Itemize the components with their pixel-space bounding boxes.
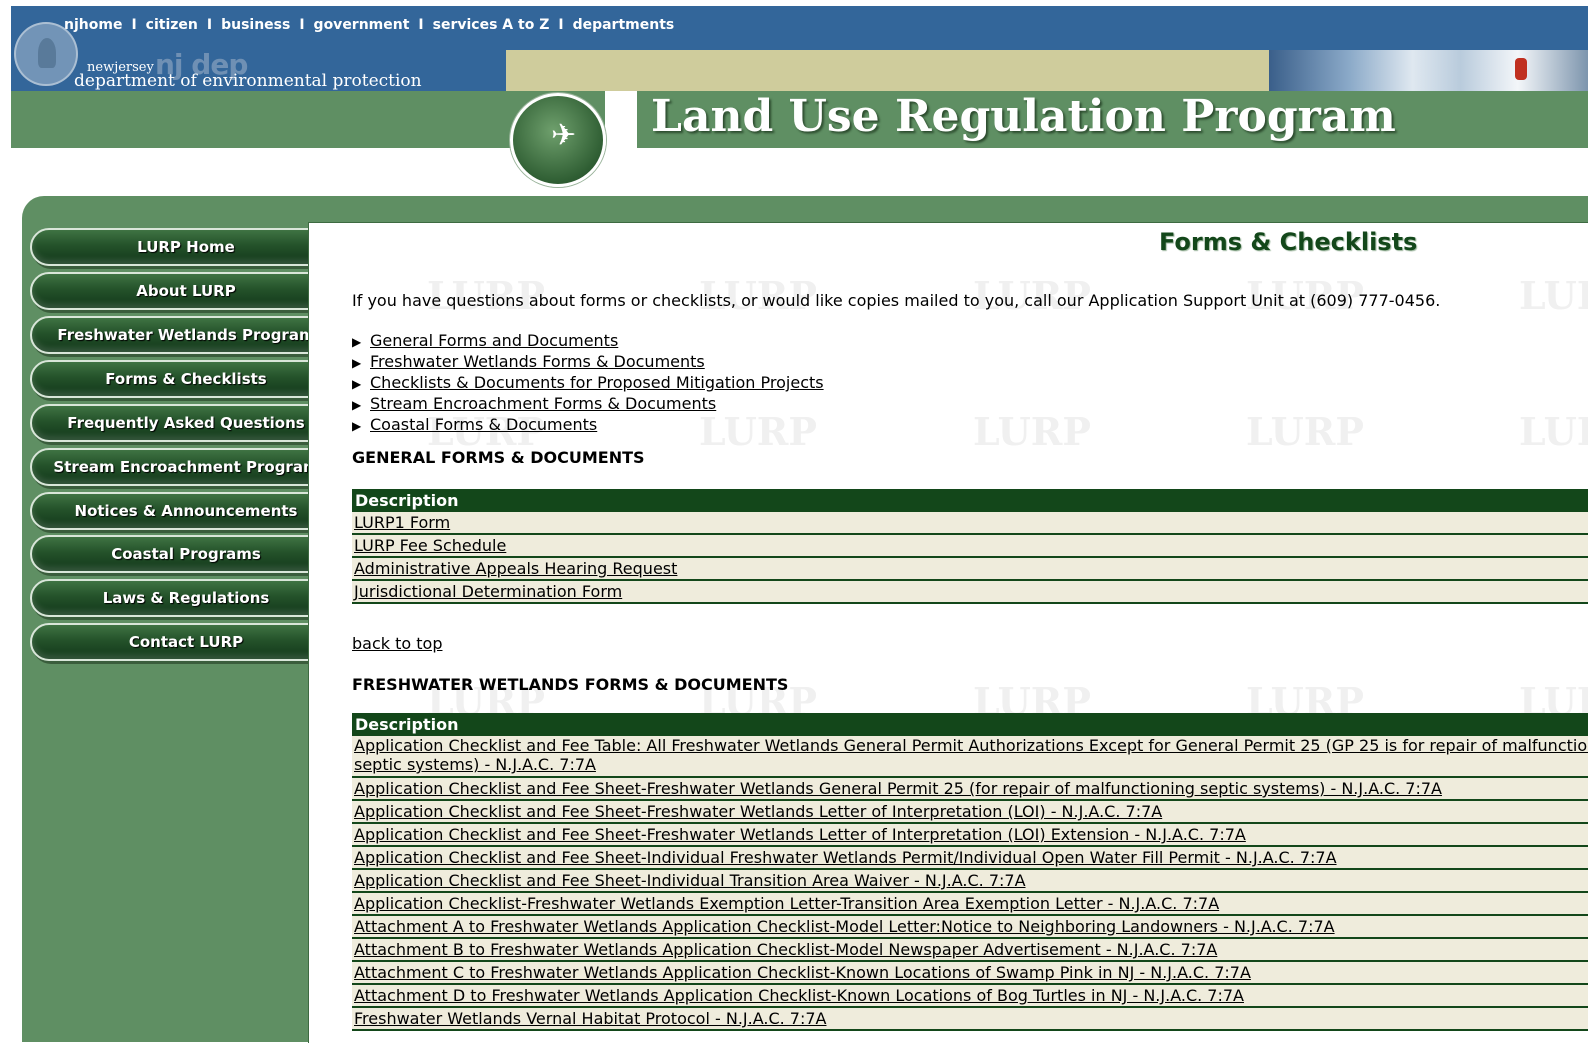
document-link[interactable]: Attachment A to Freshwater Wetlands Appl… <box>354 917 1335 936</box>
document-link[interactable]: Jurisdictional Determination Form <box>354 582 622 601</box>
top-navigation-links: njhome Icitizen Ibusiness Igovernment Iservi… <box>64 17 674 33</box>
anchor-link-coastal[interactable]: Coastal Forms & Documents <box>370 415 597 434</box>
section-heading-general: GENERAL FORMS & DOCUMENTS <box>352 448 645 467</box>
table-row: Attachment D to Freshwater Wetlands Appl… <box>352 984 1588 1008</box>
table-row: Application Checklist and Fee Sheet-Indi… <box>352 869 1588 893</box>
document-link[interactable]: Application Checklist and Fee Sheet-Indi… <box>354 871 1026 890</box>
sidebar-item-laws-regulations[interactable]: Laws & Regulations <box>30 579 342 617</box>
watermark: LURP <box>973 409 1091 454</box>
header-photo <box>1269 50 1588 91</box>
table-row: Jurisdictional Determination Form <box>352 580 1588 604</box>
nav-link-government[interactable]: government <box>314 17 410 33</box>
anchor-item: ▶ Checklists & Documents for Proposed Mit… <box>352 373 824 394</box>
program-logo-bird-icon: ✈ <box>510 93 606 187</box>
document-link[interactable]: Administrative Appeals Hearing Request <box>354 559 677 578</box>
document-link[interactable]: LURP1 Form <box>354 513 450 532</box>
document-link[interactable]: Application Checklist and Fee Sheet-Fres… <box>354 825 1246 844</box>
watermark: LURP <box>1519 409 1588 454</box>
anchor-item: ▶ Freshwater Wetlands Forms & Documents <box>352 352 824 373</box>
table-row: Attachment B to Freshwater Wetlands Appl… <box>352 938 1588 962</box>
document-link[interactable]: LURP Fee Schedule <box>354 536 506 555</box>
anchor-link-freshwater[interactable]: Freshwater Wetlands Forms & Documents <box>370 352 705 371</box>
general-forms-table: Description LURP1 Form LURP Fee Schedule… <box>352 489 1588 604</box>
table-row: LURP1 Form <box>352 512 1588 535</box>
nav-separator: I <box>418 17 424 33</box>
triangle-right-icon: ▶ <box>352 419 362 433</box>
triangle-right-icon: ▶ <box>352 335 362 349</box>
nav-link-citizen[interactable]: citizen <box>146 17 198 33</box>
title-bar-gap <box>605 91 637 148</box>
sidebar-item-faq[interactable]: Frequently Asked Questions <box>30 404 342 442</box>
section-heading-freshwater: FRESHWATER WETLANDS FORMS & DOCUMENTS <box>352 675 789 694</box>
table-row: Attachment C to Freshwater Wetlands Appl… <box>352 961 1588 985</box>
sidebar-item-notices-announcements[interactable]: Notices & Announcements <box>30 492 342 530</box>
anchor-item: ▶ Stream Encroachment Forms & Documents <box>352 394 824 415</box>
nav-link-departments[interactable]: departments <box>573 17 675 33</box>
triangle-right-icon: ▶ <box>352 377 362 391</box>
anchor-link-mitigation[interactable]: Checklists & Documents for Proposed Miti… <box>370 373 824 392</box>
watermark: LURP <box>1246 409 1364 454</box>
document-link[interactable]: Application Checklist and Fee Sheet-Fres… <box>354 802 1162 821</box>
state-seal-icon <box>14 22 78 86</box>
anchor-link-general[interactable]: General Forms and Documents <box>370 331 618 350</box>
table-row: LURP Fee Schedule <box>352 534 1588 558</box>
main-content: LURP LURP LURP LURP LURP LURP LURP LURP … <box>308 222 1588 1043</box>
back-to-top-link[interactable]: back to top <box>352 634 442 653</box>
table-row: Freshwater Wetlands Vernal Habitat Proto… <box>352 1007 1588 1031</box>
nav-separator: I <box>206 17 213 33</box>
anchor-link-stream[interactable]: Stream Encroachment Forms & Documents <box>370 394 716 413</box>
table-row: Application Checklist and Fee Table: All… <box>352 736 1588 778</box>
table-header-description: Description <box>352 489 1588 512</box>
program-title: Land Use Regulation Program <box>651 91 1396 142</box>
department-name: department of environmental protection <box>74 71 422 91</box>
watermark: LURP <box>1519 273 1588 318</box>
document-link[interactable]: Attachment D to Freshwater Wetlands Appl… <box>354 986 1244 1005</box>
sidebar-item-contact-lurp[interactable]: Contact LURP <box>30 623 342 661</box>
page-title: Forms & Checklists <box>1159 228 1418 256</box>
nav-separator: I <box>131 17 137 33</box>
document-link[interactable]: Application Checklist and Fee Table: All… <box>354 736 1588 774</box>
document-link[interactable]: Attachment C to Freshwater Wetlands Appl… <box>354 963 1251 982</box>
document-link[interactable]: Application Checklist-Freshwater Wetland… <box>354 894 1219 913</box>
section-anchor-list: ▶ General Forms and Documents ▶ Freshwater… <box>352 331 824 436</box>
document-link[interactable]: Application Checklist and Fee Sheet-Indi… <box>354 848 1337 867</box>
triangle-right-icon: ▶ <box>352 356 362 370</box>
sidebar-item-lurp-home[interactable]: LURP Home <box>30 228 342 266</box>
table-row: Application Checklist and Fee Sheet-Fres… <box>352 777 1588 801</box>
freshwater-forms-table: Description Application Checklist and Fe… <box>352 713 1588 1031</box>
nav-separator: I <box>299 17 305 33</box>
triangle-right-icon: ▶ <box>352 398 362 412</box>
document-link[interactable]: Freshwater Wetlands Vernal Habitat Proto… <box>354 1009 827 1028</box>
table-header-description: Description <box>352 713 1588 736</box>
header-tan-strip <box>506 50 1269 91</box>
sidebar-item-freshwater-wetlands-program[interactable]: Freshwater Wetlands Program <box>30 316 342 354</box>
intro-text: If you have questions about forms or che… <box>352 291 1441 310</box>
table-row: Application Checklist-Freshwater Wetland… <box>352 892 1588 916</box>
table-row: Administrative Appeals Hearing Request <box>352 557 1588 581</box>
document-link[interactable]: Attachment B to Freshwater Wetlands Appl… <box>354 940 1217 959</box>
nav-link-services-a-to-z[interactable]: services A to Z <box>433 17 550 33</box>
table-row: Application Checklist and Fee Sheet-Fres… <box>352 800 1588 824</box>
sidebar-item-stream-encroachment-program[interactable]: Stream Encroachment Program <box>30 448 342 486</box>
table-row: Application Checklist and Fee Sheet-Indi… <box>352 846 1588 870</box>
table-row: Attachment A to Freshwater Wetlands Appl… <box>352 915 1588 939</box>
sidebar-item-coastal-programs[interactable]: Coastal Programs <box>30 535 342 573</box>
nav-link-njhome[interactable]: njhome <box>64 17 122 33</box>
anchor-item: ▶ General Forms and Documents <box>352 331 824 352</box>
anchor-item: ▶ Coastal Forms & Documents <box>352 415 824 436</box>
sidebar-item-forms-checklists[interactable]: Forms & Checklists <box>30 360 342 398</box>
nav-link-business[interactable]: business <box>221 17 290 33</box>
bird-icon: ✈ <box>551 118 577 153</box>
nav-separator: I <box>558 17 564 33</box>
table-row: Application Checklist and Fee Sheet-Fres… <box>352 823 1588 847</box>
document-link[interactable]: Application Checklist and Fee Sheet-Fres… <box>354 779 1442 798</box>
sidebar-item-about-lurp[interactable]: About LURP <box>30 272 342 310</box>
